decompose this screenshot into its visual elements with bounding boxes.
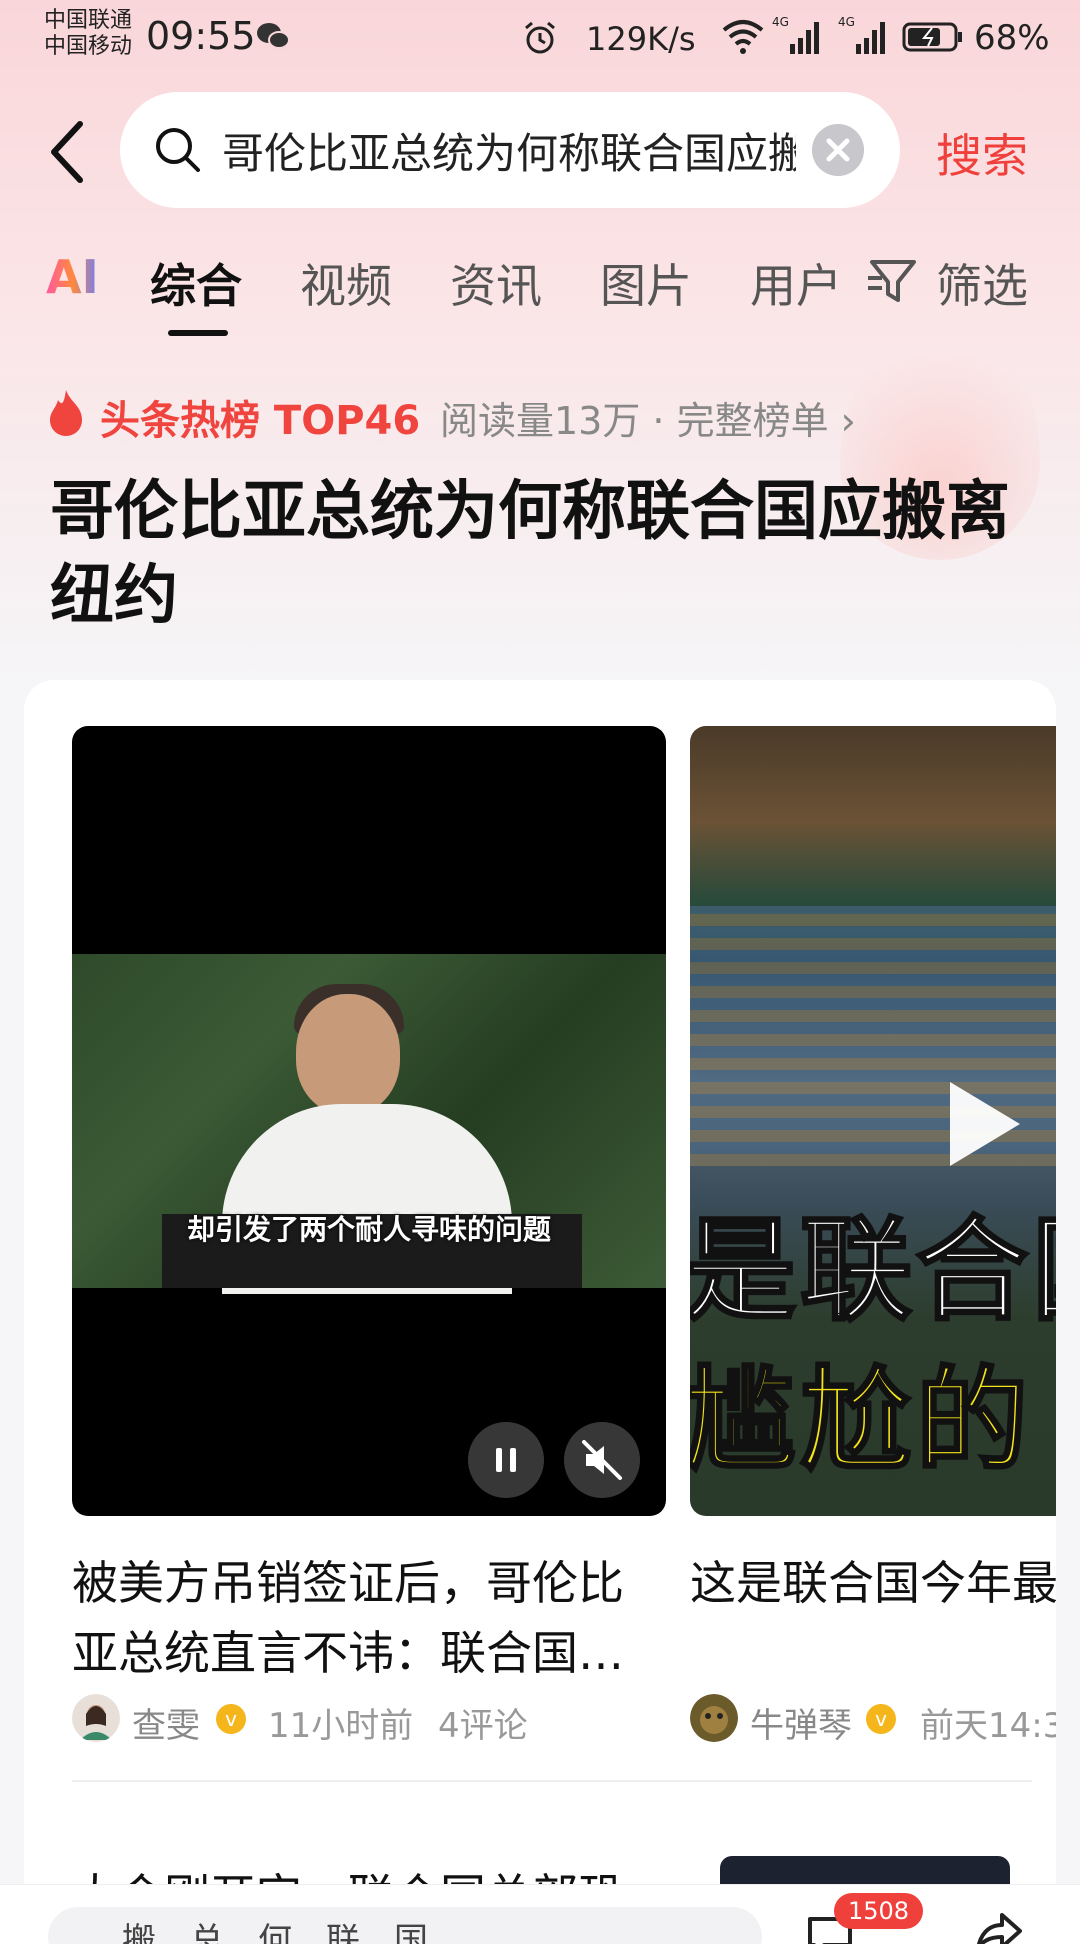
video-thumbnail-2[interactable]: 是联合国 尴尬的 (690, 726, 1056, 1516)
topic-headline: 哥伦比亚总统为何称联合国应搬离纽约 (50, 475, 1010, 633)
active-tab-indicator (168, 330, 228, 336)
net-speed: 129K/s (586, 20, 696, 58)
search-input[interactable] (222, 116, 796, 184)
video-caption-1[interactable]: 被美方吊销签证后，哥伦比亚总统直言不讳：联合国… (72, 1548, 662, 1688)
hot-list-meta[interactable]: 阅读量13万 · 完整榜单 › (440, 390, 856, 445)
search-box[interactable] (120, 92, 900, 208)
signal-icon-2: 4G (838, 15, 885, 54)
tab-video[interactable]: 视频 (300, 250, 392, 316)
tab-images[interactable]: 图片 (600, 250, 692, 316)
publish-time: 11小时前 (268, 1706, 414, 1746)
carrier-1: 中国联通 (44, 8, 133, 33)
tab-ai[interactable]: AI (46, 250, 99, 304)
tab-general[interactable]: 综合 (150, 250, 242, 316)
video-caption-2[interactable]: 这是联合国今年最幕 (690, 1548, 1056, 1618)
verified-icon: v (866, 1704, 896, 1734)
author-name[interactable]: 查雯 (132, 1698, 200, 1747)
author-name[interactable]: 牛弹琴 (750, 1698, 852, 1747)
tab-news[interactable]: 资讯 (450, 250, 542, 316)
divider (72, 1780, 1032, 1782)
wechat-icon (257, 23, 290, 49)
video-meta-2: 牛弹琴 v 前天14:3 (690, 1694, 1056, 1747)
mute-icon[interactable] (564, 1422, 640, 1498)
publish-time: 前天14:3 (920, 1706, 1056, 1746)
status-bar: 中国联通 中国移动 09:55 129K/s 4G 4G 68% (0, 0, 1080, 80)
search-icon (156, 128, 200, 172)
video-frame: 却引发了两个耐人寻味的问题 (72, 954, 666, 1294)
comment-input[interactable] (48, 1907, 762, 1944)
carrier-2: 中国移动 (44, 34, 133, 59)
alarm-icon (525, 21, 555, 54)
clock: 09:55 (146, 14, 256, 58)
signal-2-label: 4G (838, 15, 855, 29)
play-icon[interactable] (950, 1082, 1020, 1166)
signal-1-label: 4G (772, 15, 789, 29)
bottom-bar: 1508 (0, 1884, 1080, 1944)
thumbnail-overlay-text-2: 尴尬的 (690, 1355, 1032, 1488)
comment-count: 4评论 (438, 1706, 528, 1746)
wifi-icon (722, 20, 764, 54)
clear-icon[interactable] (812, 124, 864, 176)
avatar[interactable] (690, 1694, 738, 1742)
comment-badge: 1508 (834, 1893, 924, 1929)
video-card: 却引发了两个耐人寻味的问题 是联合国 尴尬的 被美方吊销签证后，哥伦比亚总统直言… (24, 680, 1056, 1944)
avatar[interactable] (72, 1694, 120, 1742)
signal-icon-1: 4G (772, 15, 819, 54)
back-icon[interactable] (40, 112, 100, 192)
flame-icon (50, 390, 82, 436)
video-subtitle: 却引发了两个耐人寻味的问题 (186, 1213, 551, 1246)
carrier-labels: 中国联通 中国移动 (44, 8, 132, 60)
share-icon[interactable] (976, 1911, 1022, 1944)
filter-icon[interactable] (868, 258, 918, 304)
speaker-head (296, 994, 400, 1114)
video-meta-1: 查雯 v 11小时前 4评论 (72, 1694, 662, 1747)
thumbnail-overlay-text-1: 是联合国 (690, 1205, 1056, 1338)
filter-label[interactable]: 筛选 (936, 250, 1028, 316)
verified-icon: v (216, 1704, 246, 1734)
hot-list-label: 头条热榜 TOP46 (100, 398, 421, 444)
search-button[interactable]: 搜索 (936, 120, 1028, 186)
tab-users[interactable]: 用户 (750, 250, 842, 316)
battery-percent: 68% (974, 18, 1050, 58)
tab-bar: AI 综合 视频 资讯 图片 用户 筛选 (0, 250, 1080, 340)
pause-icon[interactable] (468, 1422, 544, 1498)
video-player-1[interactable]: 却引发了两个耐人寻味的问题 (72, 726, 666, 1516)
battery-icon (902, 22, 962, 52)
